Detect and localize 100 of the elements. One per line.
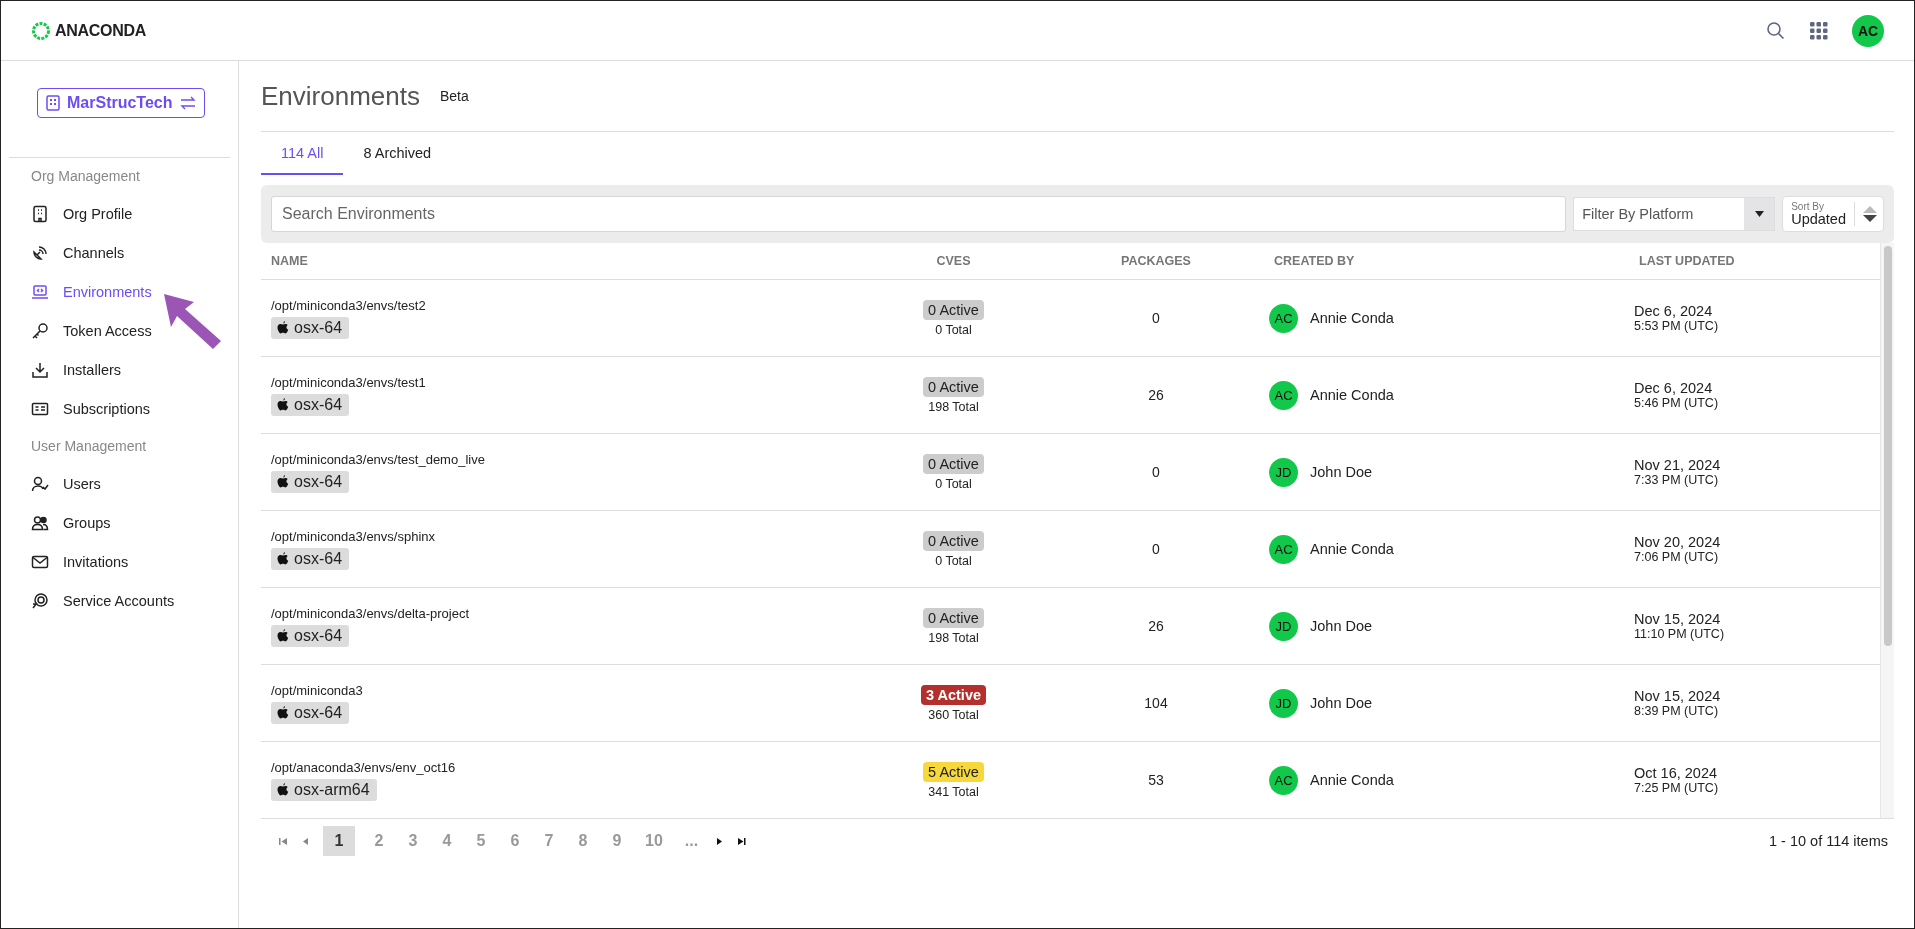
apps-grid-icon[interactable]: [1810, 21, 1828, 40]
apple-icon: [277, 397, 289, 412]
platform-filter-dropdown[interactable]: Filter By Platform: [1573, 197, 1776, 231]
column-header: CREATED BY: [1274, 254, 1355, 268]
active-cves-badge: 0 Active: [923, 299, 984, 320]
tab[interactable]: 8 Archived: [343, 133, 452, 175]
updated-date: Dec 6, 2024: [1634, 380, 1714, 396]
packages-count: 0: [1152, 310, 1160, 326]
active-cves-badge: 0 Active: [923, 530, 984, 551]
platform-tag: osx-64: [271, 470, 350, 493]
creator-name: Annie Conda: [1310, 772, 1394, 788]
total-cves-text: 198 Total: [928, 399, 979, 414]
updated-time: 7:33 PM (UTC): [1634, 473, 1720, 487]
satellite-icon: [31, 243, 49, 262]
updated-date: Nov 15, 2024: [1634, 611, 1722, 627]
platform-tag: osx-64: [271, 393, 350, 416]
org-switch-button[interactable]: MarStrucTech: [37, 88, 205, 118]
updated-time: 11:10 PM (UTC): [1634, 627, 1726, 641]
laptop-icon: [31, 282, 49, 301]
search-icon[interactable]: [1766, 20, 1786, 41]
creator-name: Annie Conda: [1310, 541, 1394, 557]
previous-page-icon[interactable]: [302, 836, 309, 846]
environment-path: /opt/miniconda3/envs/test_demo_live: [271, 451, 485, 467]
creator-name: Annie Conda: [1310, 387, 1394, 403]
column-header: CVES: [936, 254, 971, 268]
logo-ring-icon: [31, 20, 51, 41]
platform-tag: osx-64: [271, 316, 350, 339]
column-header: NAME: [271, 254, 308, 268]
tab[interactable]: 114 All: [261, 133, 344, 175]
column-header: PACKAGES: [1121, 254, 1191, 268]
environment-path: /opt/miniconda3/envs/test1: [271, 374, 426, 390]
user-avatar: AC: [1269, 303, 1298, 333]
updated-time: 8:39 PM (UTC): [1634, 704, 1720, 718]
scrollbar[interactable]: [1880, 243, 1894, 818]
total-cves-text: 0 Total: [935, 322, 972, 337]
user-avatar: JD: [1269, 457, 1298, 487]
sidebar-item[interactable]: Org Profile: [1, 194, 238, 233]
platform-tag: osx-64: [271, 547, 350, 570]
creator-name: John Doe: [1310, 464, 1373, 480]
download-icon: [31, 360, 49, 379]
updated-time: 5:53 PM (UTC): [1634, 319, 1720, 333]
sidebar-item[interactable]: Channels: [1, 233, 238, 272]
annotation-arrow-drawing: [162, 292, 224, 350]
section-heading: Org Management: [30, 167, 141, 186]
packages-count: 53: [1148, 772, 1164, 788]
environment-path: /opt/miniconda3: [271, 682, 363, 698]
swap-arrows-icon: [179, 96, 196, 110]
total-cves-text: 198 Total: [928, 630, 979, 645]
active-cves-badge: 5 Active: [923, 761, 984, 782]
total-cves-text: 0 Total: [935, 476, 972, 491]
apple-icon: [277, 551, 289, 566]
page-button[interactable]: 1: [323, 826, 355, 856]
updated-date: Nov 15, 2024: [1634, 688, 1722, 704]
sort-arrows-icon: [1863, 205, 1877, 223]
platform-tag: osx-64: [271, 701, 350, 724]
packages-count: 26: [1148, 618, 1164, 634]
beta-label: Beta: [439, 88, 469, 104]
updated-time: 7:25 PM (UTC): [1634, 781, 1720, 795]
key-icon: [31, 321, 49, 340]
sidebar-item[interactable]: Subscriptions: [1, 389, 238, 428]
updated-date: Oct 16, 2024: [1634, 765, 1719, 781]
sidebar-item[interactable]: Installers: [1, 350, 238, 389]
environment-path: /opt/miniconda3/envs/delta-project: [271, 605, 469, 621]
creator-name: Annie Conda: [1310, 310, 1394, 326]
packages-count: 104: [1144, 695, 1168, 711]
creator-name: John Doe: [1310, 695, 1373, 711]
pagination-summary: 1 - 10 of 114 items: [1768, 833, 1889, 849]
apple-icon: [277, 320, 289, 335]
apple-icon: [277, 705, 289, 720]
packages-count: 0: [1152, 541, 1160, 557]
user-avatar[interactable]: AC: [1852, 14, 1884, 47]
updated-date: Nov 21, 2024: [1634, 457, 1722, 473]
sidebar-item[interactable]: Users: [1, 464, 238, 503]
column-header: LAST UPDATED: [1639, 254, 1736, 268]
last-page-icon[interactable]: [737, 836, 747, 846]
section-heading: User Management: [30, 437, 148, 456]
sidebar-item[interactable]: Groups: [1, 503, 238, 542]
sidebar-item[interactable]: Token Access: [1, 311, 238, 350]
sidebar-item[interactable]: Service Accounts: [1, 581, 238, 620]
next-page-icon[interactable]: [716, 836, 724, 846]
user-avatar: JD: [1269, 688, 1298, 718]
sidebar-item[interactable]: Invitations: [1, 542, 238, 581]
updated-date: Nov 20, 2024: [1634, 534, 1722, 550]
environment-path: /opt/anaconda3/envs/env_oct16: [271, 759, 456, 775]
environment-path: /opt/miniconda3/envs/sphinx: [271, 528, 436, 544]
user-avatar: AC: [1269, 534, 1298, 564]
building-icon: [46, 95, 60, 111]
sidebar-item[interactable]: Environments: [1, 272, 238, 311]
updated-time: 5:46 PM (UTC): [1634, 396, 1720, 410]
search-field[interactable]: Search Environments: [271, 196, 1567, 232]
total-cves-text: 360 Total: [928, 707, 979, 722]
environment-path: /opt/miniconda3/envs/test2: [271, 297, 426, 313]
creator-name: John Doe: [1310, 618, 1373, 634]
apple-icon: [277, 474, 289, 489]
sort-dropdown[interactable]: Sort By Updated: [1782, 196, 1884, 232]
updated-date: Dec 6, 2024: [1634, 303, 1714, 319]
total-cves-text: 341 Total: [928, 784, 979, 799]
first-page-icon[interactable]: [279, 836, 288, 846]
packages-count: 26: [1148, 387, 1164, 403]
users-icon: [31, 513, 49, 532]
